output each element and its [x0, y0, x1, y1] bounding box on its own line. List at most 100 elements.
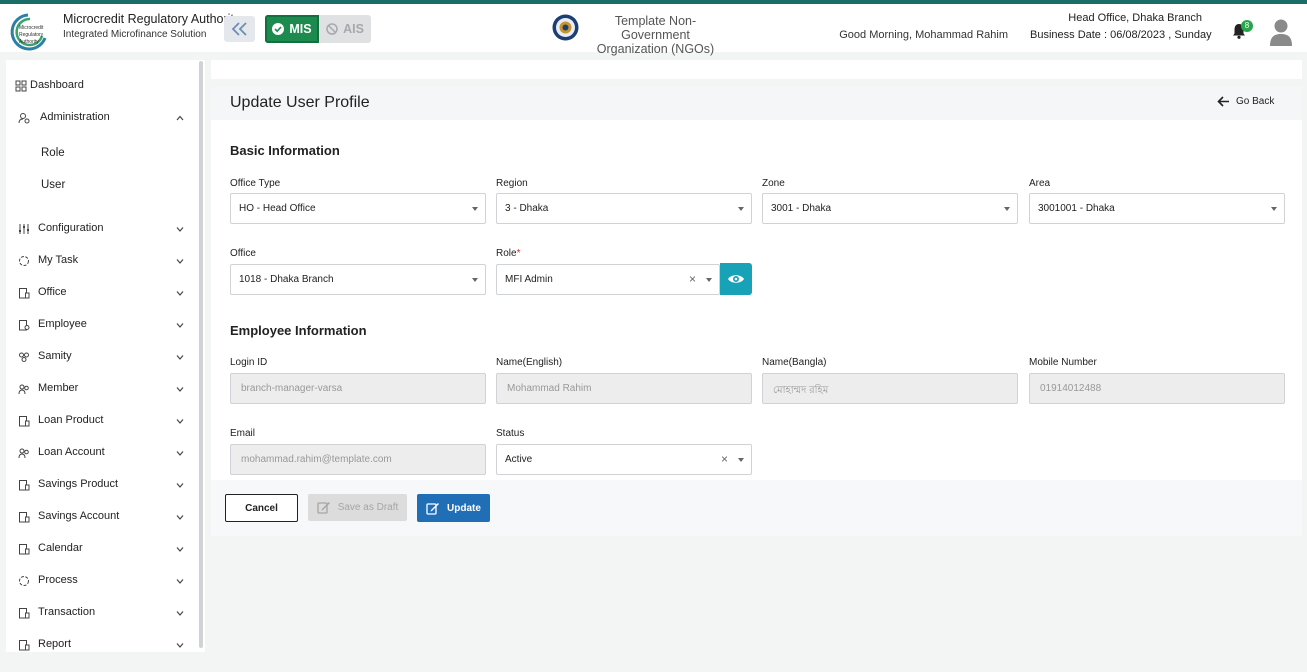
refresh-icon	[19, 256, 29, 266]
sidebar-item-member[interactable]: Member	[6, 377, 205, 401]
sidebar-item-process[interactable]: Process	[6, 569, 205, 593]
group-icon	[19, 352, 29, 362]
sidebar-item-label: Process	[38, 574, 78, 586]
arrow-left-icon	[1217, 96, 1229, 107]
sidebar-item-loan-account[interactable]: Loan Account	[6, 441, 205, 465]
area-label: Area	[1029, 178, 1051, 189]
tenant-name: Template Non-Government Organization (NG…	[583, 14, 728, 56]
users-icon	[18, 448, 29, 459]
sidebar-item-label: Calendar	[38, 542, 83, 554]
sidebar-item-savings-account[interactable]: Savings Account	[6, 505, 205, 529]
sidebar-item-label: Dashboard	[30, 79, 84, 91]
user-avatar-icon[interactable]	[1269, 18, 1293, 46]
sidebar-item-employee[interactable]: Employee	[6, 313, 205, 337]
mobile-number-field[interactable]: 01914012488	[1029, 373, 1285, 404]
region-select[interactable]: 3 - Dhaka	[496, 193, 752, 224]
sidebar-item-dashboard[interactable]: Dashboard	[6, 74, 205, 98]
sidebar-item-label: Configuration	[38, 222, 104, 234]
chevron-down-icon	[176, 643, 184, 648]
calendar-icon	[19, 544, 30, 555]
mobile-number-value: 01914012488	[1040, 383, 1102, 394]
document-icon	[19, 512, 30, 523]
sidebar-item-transaction[interactable]: Transaction	[6, 601, 205, 625]
cancel-label: Cancel	[245, 502, 278, 514]
ais-mode-button[interactable]: AIS	[319, 15, 371, 43]
caret-down-icon	[1004, 207, 1010, 211]
office-select[interactable]: 1018 - Dhaka Branch	[230, 264, 486, 295]
caret-down-icon	[738, 207, 744, 211]
sidebar-scrollbar[interactable]	[199, 61, 203, 648]
caret-down-icon	[472, 278, 478, 282]
svg-text:Authority: Authority	[19, 39, 39, 45]
sidebar-item-label: Samity	[38, 350, 72, 362]
email-field[interactable]: mohammad.rahim@template.com	[230, 444, 486, 475]
mobile-number-label: Mobile Number	[1029, 357, 1097, 368]
go-back-button[interactable]: Go Back	[1217, 96, 1274, 107]
sidebar-sub-item-user[interactable]: User	[41, 179, 65, 191]
svg-text:Microcredit: Microcredit	[19, 25, 44, 31]
area-select[interactable]: 3001001 - Dhaka	[1029, 193, 1285, 224]
status-label: Status	[496, 428, 525, 439]
name-english-value: Mohammad Rahim	[507, 383, 592, 394]
sidebar-item-loan-product[interactable]: Loan Product	[6, 409, 205, 433]
update-button[interactable]: Update	[417, 494, 490, 522]
sidebar-item-calendar[interactable]: Calendar	[6, 537, 205, 561]
name-bangla-label: Name(Bangla)	[762, 357, 827, 368]
zone-label: Zone	[762, 178, 785, 189]
check-circle-icon	[272, 23, 285, 35]
sidebar-item-label: Savings Product	[38, 478, 119, 490]
chevron-up-icon	[176, 115, 184, 121]
go-back-label: Go Back	[1236, 96, 1275, 107]
clear-x-icon[interactable]: ×	[721, 452, 728, 466]
status-select[interactable]: Active ×	[496, 444, 752, 475]
sidebar-item-my-task[interactable]: My Task	[6, 249, 205, 273]
role-select[interactable]: MFI Admin ×	[496, 264, 720, 295]
chevron-down-icon	[176, 579, 184, 584]
email-label: Email	[230, 428, 256, 439]
office-label: Office	[230, 248, 256, 259]
government-seal-icon	[552, 14, 579, 41]
mis-mode-button[interactable]: MIS	[265, 15, 319, 43]
svg-text:Regulatory: Regulatory	[19, 32, 44, 38]
admin-gear-icon	[18, 113, 30, 124]
tenant-line-2: Organization (NGOs)	[596, 42, 715, 56]
org-subtitle: Integrated Microfinance Solution	[63, 29, 207, 40]
name-english-field[interactable]: Mohammad Rahim	[496, 373, 752, 404]
sidebar-sub-item-role[interactable]: Role	[41, 147, 65, 159]
chevron-down-icon	[176, 611, 184, 616]
sidebar-item-administration[interactable]: Administration	[6, 106, 205, 130]
sidebar-collapse-button[interactable]	[224, 16, 255, 42]
draft-label: Save as Draft	[337, 502, 399, 513]
building-icon	[19, 288, 30, 299]
cancel-button[interactable]: Cancel	[225, 494, 298, 522]
role-value: MFI Admin	[505, 274, 553, 285]
sidebar-item-label: Loan Account	[38, 446, 105, 458]
business-date: Business Date : 06/08/2023 , Sunday	[1030, 29, 1212, 41]
sidebar-item-label: Office	[38, 286, 67, 298]
region-value: 3 - Dhaka	[505, 203, 549, 214]
save-as-draft-button[interactable]: Save as Draft	[308, 494, 407, 521]
report-icon	[19, 640, 30, 651]
role-label: Role*	[496, 248, 520, 259]
sidebar-item-label: Administration	[40, 111, 110, 123]
sidebar-item-office[interactable]: Office	[6, 281, 205, 305]
chevron-down-icon	[176, 515, 184, 520]
sidebar-item-report[interactable]: Report	[6, 633, 205, 652]
sidebar-item-configuration[interactable]: Configuration	[6, 217, 205, 241]
view-role-button[interactable]	[720, 263, 752, 295]
office-type-select[interactable]: HO - Head Office	[230, 193, 486, 224]
zone-select[interactable]: 3001 - Dhaka	[762, 193, 1018, 224]
name-bangla-value: মোহাম্মদ রহিম	[773, 385, 829, 396]
clear-x-icon[interactable]: ×	[689, 272, 696, 286]
sidebar-item-samity[interactable]: Samity	[6, 345, 205, 369]
title-bar	[211, 87, 1302, 120]
sidebar-item-savings-product[interactable]: Savings Product	[6, 473, 205, 497]
ban-icon	[326, 23, 338, 35]
chevron-down-icon	[176, 355, 184, 360]
login-id-field[interactable]: branch-manager-varsa	[230, 373, 486, 404]
name-bangla-field[interactable]: মোহাম্মদ রহিম	[762, 373, 1018, 404]
document-icon	[19, 480, 30, 491]
required-asterisk: *	[516, 248, 521, 259]
edit-icon	[426, 502, 440, 515]
document-icon	[19, 416, 30, 427]
